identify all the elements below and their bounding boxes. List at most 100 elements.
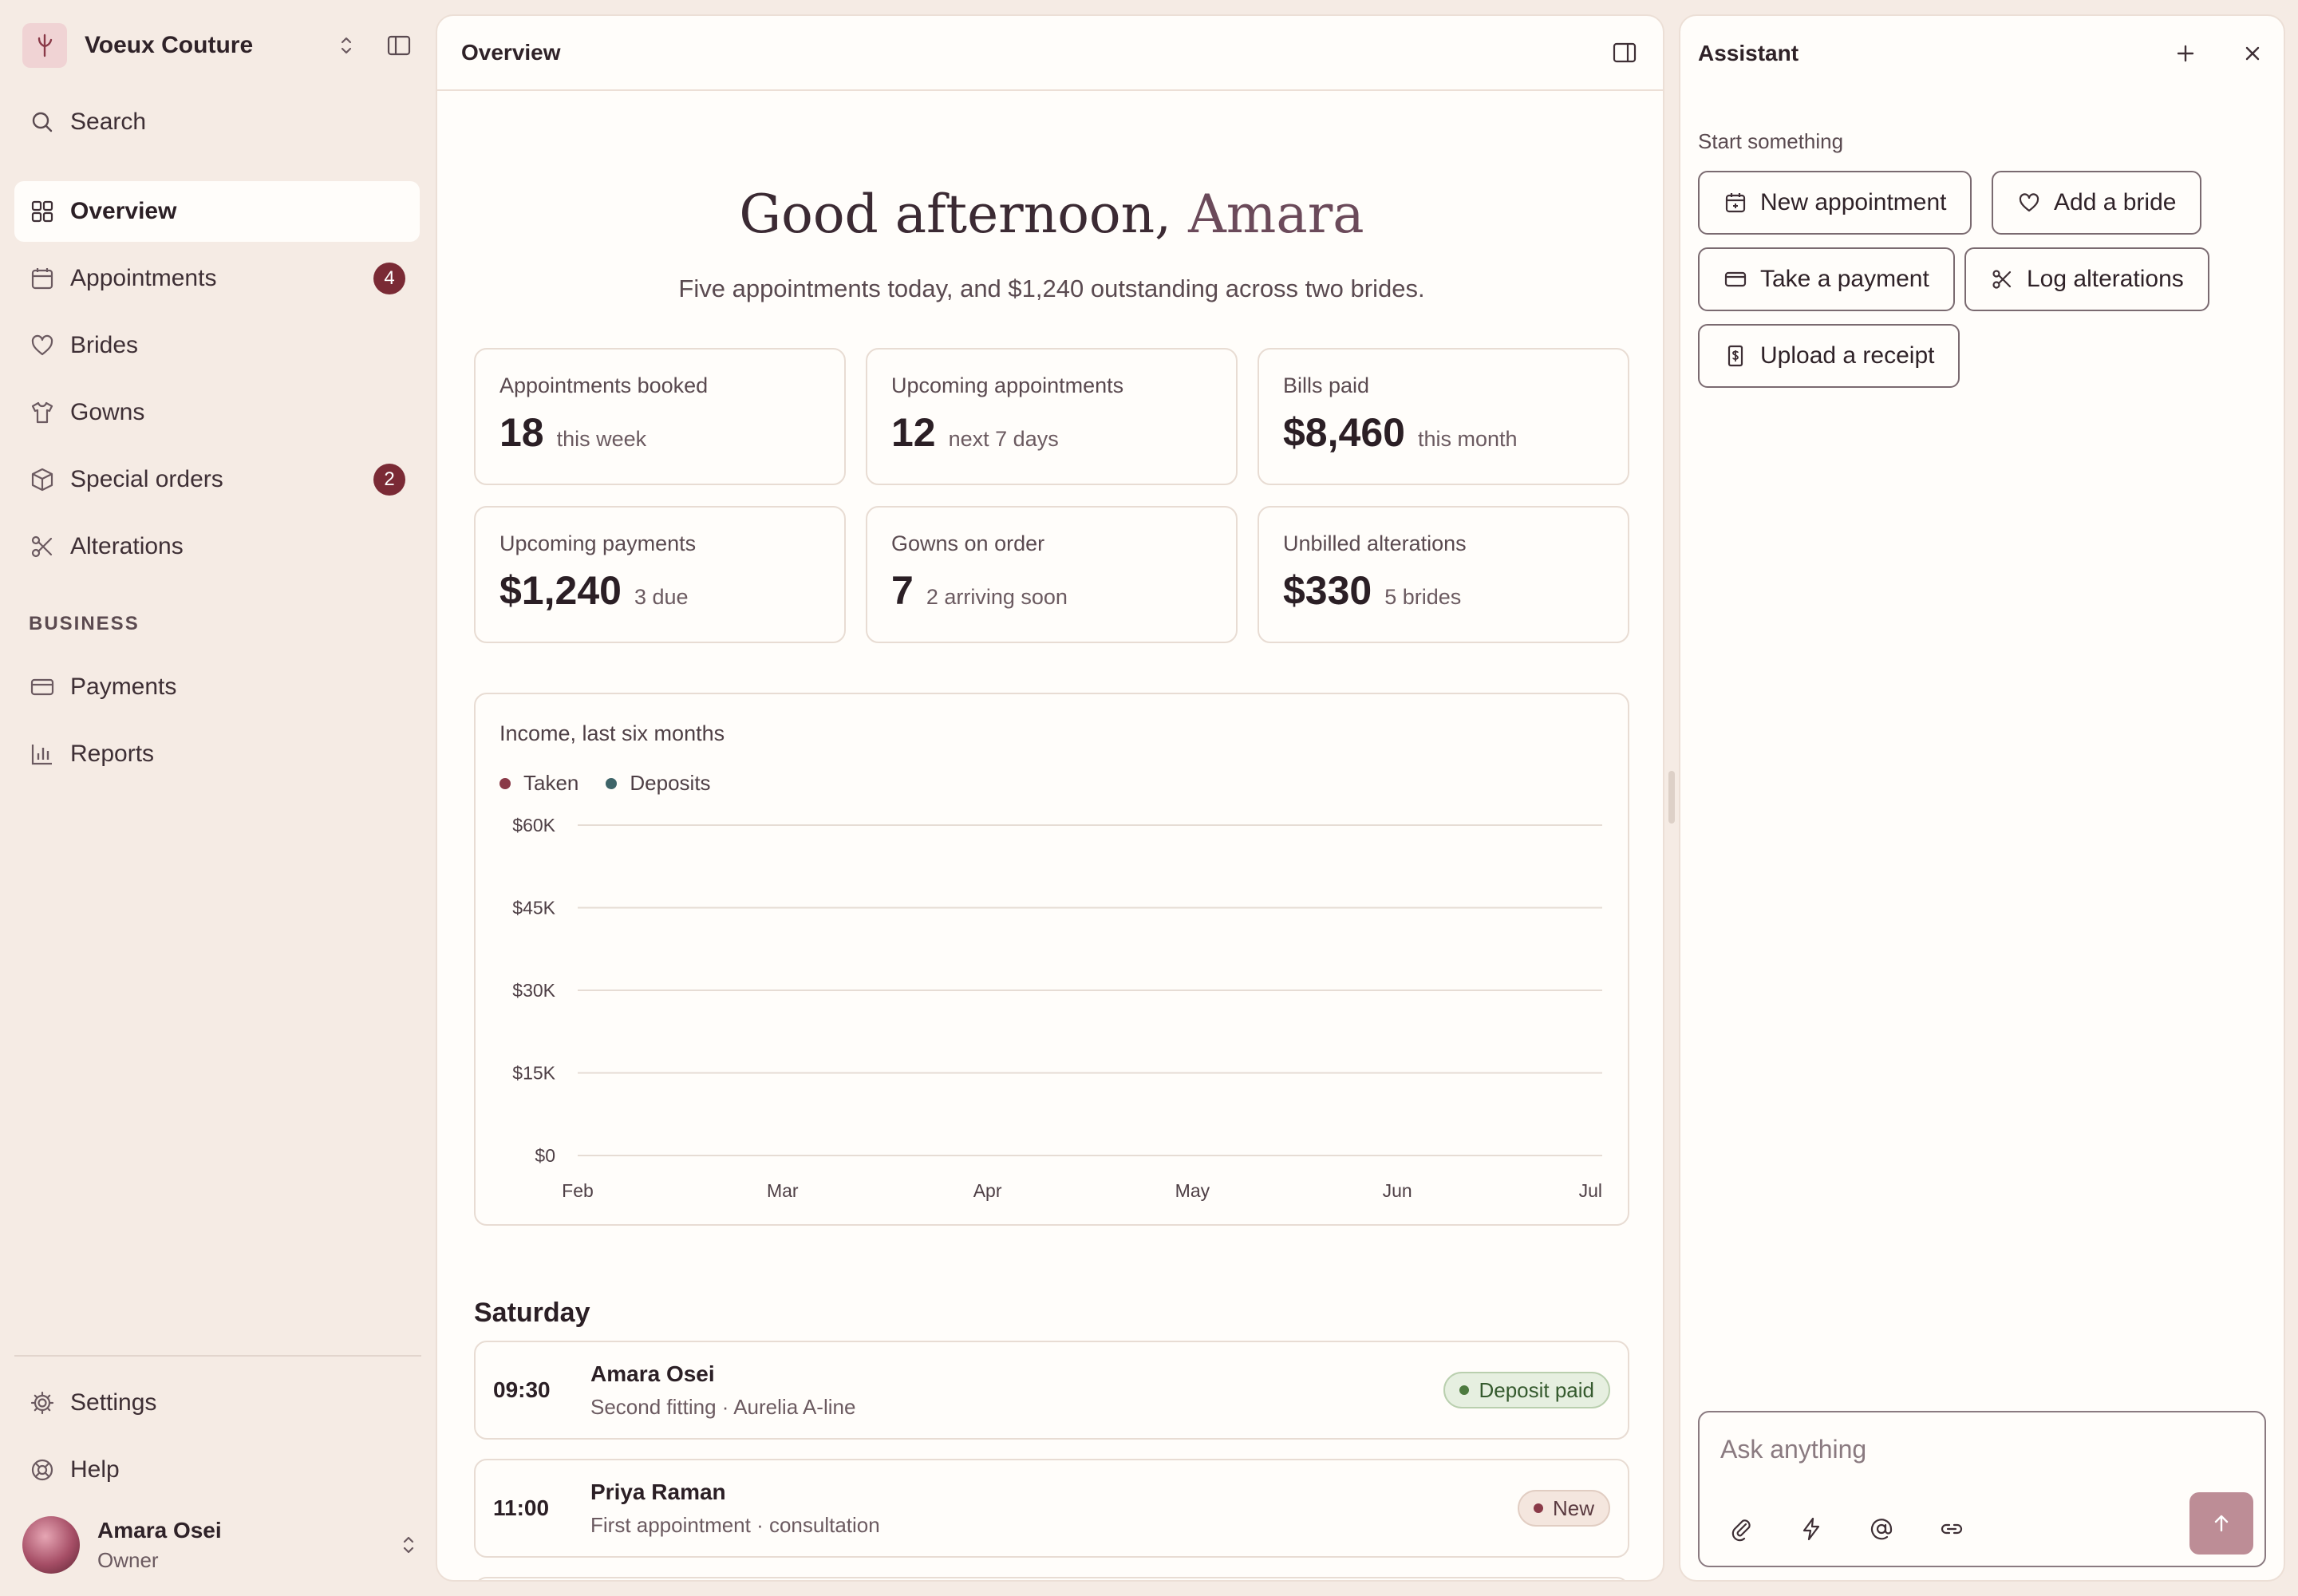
y-tick-label: $15K: [512, 1063, 555, 1084]
appointment-row[interactable]: 09:30 Amara Osei Second fitting · Aureli…: [474, 1341, 1629, 1440]
new-appointment-button[interactable]: New appointment: [1698, 171, 1972, 235]
button-label: Take a payment: [1760, 266, 1929, 292]
composer-input[interactable]: Ask anything: [1720, 1435, 1866, 1464]
assistant-title: Assistant: [1698, 41, 1799, 65]
upload-receipt-button[interactable]: Upload a receipt: [1698, 324, 1960, 388]
user-name: Amara Osei: [97, 1517, 222, 1543]
sidebar-item-label: Appointments: [70, 265, 217, 291]
sidebar-item-settings[interactable]: Settings: [14, 1373, 420, 1433]
heart-icon: [2017, 191, 2041, 215]
greeting-name: Amara: [1188, 184, 1364, 245]
search-icon: [29, 109, 56, 136]
stat-card-upcoming-payments[interactable]: Upcoming payments $1,240 3 due: [474, 506, 846, 643]
income-chart: $0 $15K $30K $45K $60K Feb Mar Apr May Jun Jul: [512, 815, 1602, 1201]
income-chart-card: Income, last six months Taken Deposits $…: [474, 693, 1629, 1226]
mention-icon[interactable]: [1867, 1515, 1896, 1543]
sidebar-item-payments[interactable]: Payments: [14, 657, 420, 717]
send-button[interactable]: [2189, 1492, 2253, 1555]
stat-note: next 7 days: [948, 427, 1059, 451]
stat-label: Gowns on order: [891, 531, 1045, 555]
y-tick-label: $45K: [512, 898, 555, 918]
sidebar-collapse-icon[interactable]: [385, 31, 413, 60]
search-button[interactable]: Search: [14, 92, 420, 152]
paperclip-icon[interactable]: [1727, 1515, 1755, 1543]
log-alterations-button[interactable]: Log alterations: [1964, 247, 2209, 311]
appointment-name: Amara Osei: [590, 1361, 715, 1386]
sidebar-item-reports[interactable]: Reports: [14, 724, 420, 784]
stat-label: Appointments booked: [499, 373, 709, 397]
main-panel: Overview Good afternoon, Amara Five appo…: [436, 14, 1664, 1582]
sidebar-item-label: Alterations: [70, 533, 184, 559]
stat-card-upcoming-appointments[interactable]: Upcoming appointments 12 next 7 days: [866, 348, 1238, 485]
workspace-switcher[interactable]: Voeux Couture: [22, 22, 421, 69]
sidebar-item-label: Brides: [70, 332, 139, 358]
chevron-up-down-icon[interactable]: [334, 33, 359, 58]
button-label: Log alterations: [2027, 266, 2184, 292]
appointment-detail: Second fitting · Aurelia A-line: [590, 1394, 856, 1419]
assistant-panel: Assistant Start something New appointmen…: [1679, 14, 2285, 1582]
x-tick-label: Jun: [1383, 1180, 1412, 1201]
gear-icon: [29, 1389, 56, 1416]
search-label: Search: [70, 109, 147, 135]
appointment-time: 09:30: [493, 1377, 551, 1402]
x-tick-label: Jul: [1579, 1180, 1602, 1201]
assistant-header: Assistant: [1680, 16, 2284, 91]
x-tick-label: May: [1175, 1180, 1210, 1201]
x-tick-label: Feb: [562, 1180, 594, 1201]
user-menu[interactable]: Amara Osei Owner: [22, 1516, 421, 1574]
stat-card-appointments-booked[interactable]: Appointments booked 18 this week: [474, 348, 846, 485]
appointment-row[interactable]: [474, 1577, 1629, 1580]
x-tick-label: Mar: [767, 1180, 799, 1201]
plus-icon[interactable]: [2172, 40, 2199, 67]
sidebar-item-overview[interactable]: Overview: [14, 181, 420, 242]
lifebuoy-icon: [29, 1456, 56, 1483]
stat-value: 7: [891, 568, 914, 613]
stat-value: 12: [891, 410, 936, 455]
sidebar-item-appointments[interactable]: Appointments 4: [14, 248, 420, 309]
appointment-name: Priya Raman: [590, 1479, 726, 1504]
stat-note: this week: [556, 427, 647, 451]
scissors-icon: [29, 533, 56, 560]
card-icon: [1724, 267, 1747, 291]
stat-card-bills-paid[interactable]: Bills paid $8,460 this month: [1258, 348, 1629, 485]
sidebar-divider: [14, 1355, 421, 1357]
greeting-prefix: Good afternoon,: [739, 184, 1189, 245]
stat-note: 2 arriving soon: [926, 585, 1068, 609]
appointment-detail: First appointment · consultation: [590, 1512, 880, 1537]
stat-card-unbilled-alterations[interactable]: Unbilled alterations $330 5 brides: [1258, 506, 1629, 643]
heart-icon: [29, 332, 56, 359]
appointment-time: 11:00: [493, 1495, 550, 1520]
sidebar-item-help[interactable]: Help: [14, 1440, 420, 1500]
grid-icon: [29, 198, 56, 225]
toggle-panel-icon[interactable]: [1610, 38, 1639, 67]
avatar: [22, 1516, 80, 1574]
greeting: Good afternoon, Amara: [437, 184, 1663, 245]
sidebar-item-gowns[interactable]: Gowns: [14, 382, 420, 443]
x-tick-label: Apr: [973, 1180, 1002, 1201]
sidebar-item-special-orders[interactable]: Special orders 2: [14, 449, 420, 510]
brand-name: Voeux Couture: [85, 32, 254, 58]
link-icon[interactable]: [1937, 1515, 1966, 1543]
chevron-up-down-icon[interactable]: [396, 1532, 421, 1558]
sidebar-item-alterations[interactable]: Alterations: [14, 516, 420, 577]
day-heading: Saturday: [474, 1298, 590, 1328]
calendar-icon: [29, 265, 56, 292]
lightning-icon[interactable]: [1797, 1515, 1826, 1543]
stat-label: Unbilled alterations: [1283, 531, 1467, 555]
appointment-row[interactable]: 11:00 Priya Raman First appointment · co…: [474, 1459, 1629, 1558]
bar-chart-icon: [29, 741, 56, 768]
close-icon[interactable]: [2239, 40, 2266, 67]
page-title: Overview: [461, 40, 561, 65]
panel-resize-handle[interactable]: [1668, 771, 1675, 824]
sidebar-item-label: Reports: [70, 741, 155, 767]
status-badge: New: [1517, 1490, 1610, 1527]
stat-label: Bills paid: [1283, 373, 1370, 397]
stat-card-gowns-on-order[interactable]: Gowns on order 7 2 arriving soon: [866, 506, 1238, 643]
button-label: Add a bride: [2054, 189, 2177, 215]
sidebar-item-brides[interactable]: Brides: [14, 315, 420, 376]
y-tick-label: $60K: [512, 815, 555, 836]
add-bride-button[interactable]: Add a bride: [1992, 171, 2202, 235]
y-tick-label: $0: [535, 1145, 555, 1166]
scissors-icon: [1990, 267, 2014, 291]
take-payment-button[interactable]: Take a payment: [1698, 247, 1955, 311]
